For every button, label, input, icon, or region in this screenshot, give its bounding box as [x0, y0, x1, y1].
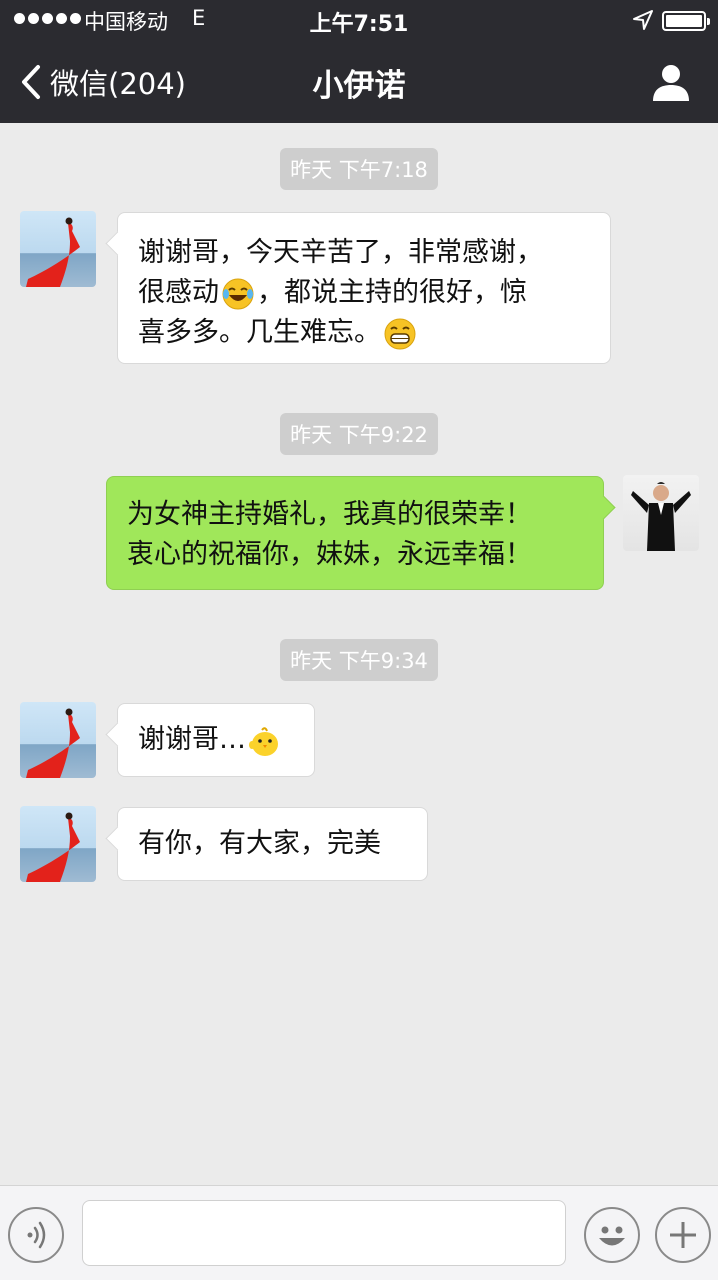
navigation-bar: 微信(204) 小伊诺 [0, 40, 718, 123]
location-arrow-icon [633, 10, 653, 30]
voice-input-button[interactable] [8, 1207, 64, 1263]
input-bar [0, 1185, 718, 1280]
message-bubble-received[interactable]: 有你，有大家，完美 [117, 807, 428, 881]
timestamp: 昨天 下午7:18 [0, 148, 718, 190]
grin-emoji-icon [384, 318, 416, 349]
tears-of-joy-emoji-icon [222, 278, 254, 309]
message-bubble-sent[interactable]: 为女神主持婚礼，我真的很荣幸！ 衷心的祝福你，妹妹，永远幸福！ [106, 476, 604, 590]
more-options-button[interactable] [655, 1207, 711, 1263]
message-text: 谢谢哥，今天辛苦了，非常感谢， [138, 237, 543, 268]
avatar-image [26, 812, 80, 882]
message-text-line: 喜多多。几生难忘。 [138, 313, 590, 353]
smiley-icon [599, 1226, 625, 1246]
contact-avatar[interactable] [20, 702, 96, 778]
plus-icon [670, 1222, 696, 1248]
contact-avatar[interactable] [20, 806, 96, 882]
avatar-image [26, 217, 80, 287]
message-text-line: 为女神主持婚礼，我真的很荣幸！ [127, 499, 532, 530]
message-text-line: 谢谢哥… [138, 720, 294, 760]
contact-avatar[interactable] [20, 211, 96, 287]
message-input[interactable] [82, 1200, 566, 1266]
avatar-image [26, 708, 80, 778]
avatar-image [631, 482, 691, 551]
chat-area[interactable]: 昨天 下午7:18 谢谢哥，今天辛苦了，非常感谢， 很感动 ，都说主持的很好，惊… [0, 123, 718, 1185]
my-avatar[interactable] [623, 475, 699, 551]
voice-icon [27, 1221, 46, 1249]
chick-emoji-icon [249, 726, 278, 756]
message-text-line: 很感动 ，都说主持的很好，惊 [138, 273, 590, 313]
timestamp: 昨天 下午9:22 [0, 413, 718, 455]
message-bubble-received[interactable]: 谢谢哥，今天辛苦了，非常感谢， 很感动 ，都说主持的很好，惊 喜多多。几生难忘。 [117, 212, 611, 364]
message-text: 有你，有大家，完美 [138, 828, 381, 859]
chat-title: 小伊诺 [312, 68, 406, 104]
timestamp: 昨天 下午9:34 [0, 639, 718, 681]
status-time: 上午7:51 [309, 12, 409, 37]
top-bar: 中国移动 E 上午7:51 微信(204) 小伊诺 [0, 0, 718, 123]
battery-icon [662, 11, 710, 31]
status-bar: 中国移动 E 上午7:51 [0, 0, 718, 40]
message-text-line: 衷心的祝福你，妹妹，永远幸福！ [127, 539, 532, 570]
message-bubble-received[interactable]: 谢谢哥… [117, 703, 315, 777]
contact-profile-icon[interactable] [650, 61, 692, 103]
emoji-button[interactable] [584, 1207, 640, 1263]
